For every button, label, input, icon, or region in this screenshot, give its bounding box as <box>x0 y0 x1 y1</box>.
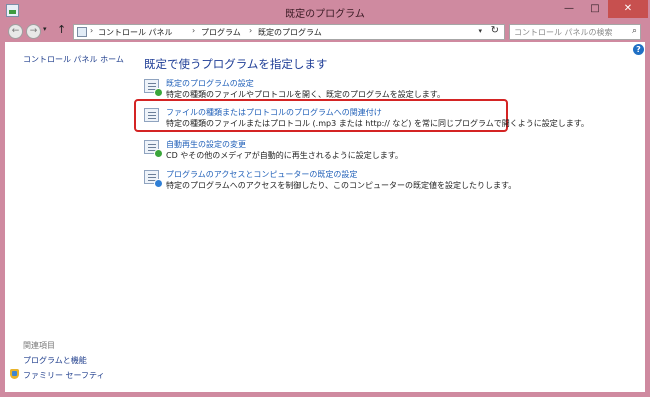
maximize-button[interactable]: □ <box>582 0 608 18</box>
close-button[interactable]: ✕ <box>608 0 648 18</box>
set-default-programs-link[interactable]: 既定のプログラムの設定 <box>166 78 254 89</box>
file-association-link[interactable]: ファイルの種類またはプロトコルのプログラムへの関連付け <box>166 107 382 118</box>
breadcrumb-separator[interactable]: › <box>90 26 93 35</box>
breadcrumb-control-panel[interactable]: コントロール パネル <box>98 27 173 38</box>
navigation-bar: ← → ▾ ↑ › コントロール パネル › プログラム › 既定のプログラム … <box>5 22 645 42</box>
file-association-icon <box>144 108 159 122</box>
minimize-button[interactable]: — <box>556 0 582 18</box>
item-description: 特定のプログラムへのアクセスを制御したり、このコンピューターの既定値を設定したり… <box>166 181 517 190</box>
programs-and-features-link[interactable]: プログラムと機能 <box>23 355 87 366</box>
shield-icon <box>10 369 19 379</box>
autoplay-icon <box>144 140 163 158</box>
search-box[interactable]: コントロール パネルの検索 ⌕ <box>509 24 641 40</box>
item-description: 特定の種類のファイルまたはプロトコル (.mp3 または http:// など)… <box>166 119 589 128</box>
up-button[interactable]: ↑ <box>57 23 66 36</box>
window-title: 既定のプログラム <box>285 9 365 20</box>
address-bar[interactable]: › コントロール パネル › プログラム › 既定のプログラム ▾ ↻ <box>73 24 505 40</box>
autoplay-settings-link[interactable]: 自動再生の設定の変更 <box>166 139 246 150</box>
program-access-icon <box>144 170 163 188</box>
recent-locations-dropdown[interactable]: ▾ <box>43 25 47 33</box>
forward-button[interactable]: → <box>26 24 41 39</box>
family-safety-link[interactable]: ファミリー セーフティ <box>23 370 105 381</box>
search-icon[interactable]: ⌕ <box>632 26 637 36</box>
default-programs-icon <box>144 79 163 97</box>
address-dropdown-icon[interactable]: ▾ <box>478 27 482 35</box>
content-pane: ? コントロール パネル ホーム 既定で使うプログラムを指定します 既定のプログ… <box>5 42 645 392</box>
page-title: 既定で使うプログラムを指定します <box>144 57 328 71</box>
breadcrumb-programs[interactable]: プログラム <box>201 27 241 38</box>
breadcrumb-default-programs[interactable]: 既定のプログラム <box>258 27 322 38</box>
program-access-link[interactable]: プログラムのアクセスとコンピューターの既定の設定 <box>166 169 357 180</box>
control-panel-home-link[interactable]: コントロール パネル ホーム <box>23 54 124 65</box>
help-icon[interactable]: ? <box>633 44 644 55</box>
breadcrumb-separator[interactable]: › <box>192 26 195 35</box>
back-button[interactable]: ← <box>8 24 23 39</box>
item-description: CD やその他のメディアが自動的に再生されるように設定します。 <box>166 151 403 160</box>
breadcrumb-separator[interactable]: › <box>249 26 252 35</box>
refresh-icon[interactable]: ↻ <box>491 25 499 36</box>
search-placeholder: コントロール パネルの検索 <box>514 28 613 37</box>
window: 既定のプログラム — □ ✕ ← → ▾ ↑ › コントロール パネル › プロ… <box>0 0 650 397</box>
control-panel-icon <box>77 27 87 37</box>
title-bar: 既定のプログラム — □ ✕ <box>0 0 650 22</box>
related-heading: 関連項目 <box>23 341 55 350</box>
